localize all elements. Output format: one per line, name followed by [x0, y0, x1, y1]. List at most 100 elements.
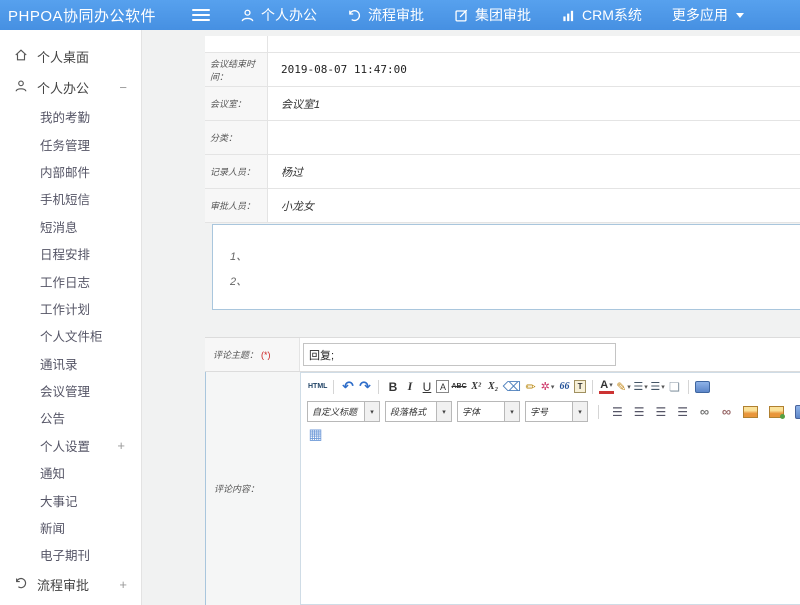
ordered-list-button[interactable]: ☰▾ [633, 378, 648, 395]
comment-subject-input[interactable] [303, 343, 616, 366]
caret-down-icon: ▾ [609, 381, 613, 389]
bold-button[interactable]: B [385, 378, 400, 395]
align-center-button[interactable]: ☰ [634, 405, 645, 419]
underline-button[interactable]: U [419, 378, 434, 395]
field-label: 分类： [205, 121, 268, 154]
sidebar-item-memorabilia[interactable]: 大事记 [0, 486, 141, 513]
required-mark: (*) [261, 350, 271, 360]
sidebar-item-my-attendance[interactable]: 我的考勤 [0, 103, 141, 130]
sidebar-item-personal-settings[interactable]: 个人设置 + [0, 432, 141, 459]
unordered-list-button[interactable]: ☰▾ [650, 378, 665, 395]
redo-button[interactable]: ↷ [357, 378, 372, 395]
justify-button[interactable]: ☰ [677, 405, 688, 419]
sidebar-item-work-plan[interactable]: 工作计划 [0, 295, 141, 322]
align-left-button[interactable]: ☰ [612, 405, 623, 419]
nav-personal-office[interactable]: 个人办公 [240, 5, 317, 25]
paste-button[interactable]: T [574, 380, 586, 393]
font-style-button[interactable]: A [436, 380, 449, 393]
expand-icon[interactable]: + [117, 438, 125, 453]
sidebar-item-workflow-approval[interactable]: 流程审批 + [0, 569, 141, 600]
font-color-button[interactable]: A▾ [599, 380, 614, 394]
field-value: 会议室1 [268, 87, 800, 120]
caret-down-icon: ▾ [436, 402, 451, 421]
meeting-minutes-box: 1、 2、 [212, 224, 800, 310]
field-label: 记录人员： [205, 155, 268, 188]
subscript-button[interactable]: X₂ [486, 378, 501, 395]
sidebar-item-notice[interactable]: 通知 [0, 459, 141, 486]
editor-content-area[interactable] [301, 446, 800, 605]
nav-crm-system[interactable]: CRM系统 [561, 5, 642, 25]
new-document-button[interactable]: ❏ [667, 378, 682, 395]
caret-down-icon: ▾ [627, 383, 631, 391]
sidebar: 个人桌面 个人办公 − 我的考勤 任务管理 内部邮件 手机短信 短消息 日程安排… [0, 30, 142, 605]
sidebar-item-task-management[interactable]: 任务管理 [0, 130, 141, 157]
caret-down-icon: ▾ [364, 402, 379, 421]
caret-down-icon [736, 13, 744, 18]
field-value: 小龙女 [268, 189, 800, 222]
comment-content-label: 评论内容： [205, 372, 300, 605]
field-label: 会议结束时间： [205, 53, 268, 86]
sidebar-item-news[interactable]: 新闻 [0, 514, 141, 541]
insert-image-button[interactable] [743, 406, 758, 418]
source-code-button[interactable]: HTML [308, 378, 327, 395]
insert-media-button[interactable] [795, 405, 800, 419]
sidebar-item-e-journal[interactable]: 电子期刊 [0, 541, 141, 568]
caret-down-icon: ▾ [551, 383, 555, 391]
comment-subject-row: 评论主题： (*) [205, 337, 800, 372]
expand-icon[interactable]: + [119, 577, 127, 592]
italic-button[interactable]: I [402, 378, 417, 395]
field-value: 2019-08-07 11:47:00 [268, 53, 800, 86]
caret-down-icon: ▾ [644, 383, 648, 391]
format-brush-button[interactable]: ✏ [523, 378, 538, 395]
comment-subject-label: 评论主题： (*) [205, 338, 300, 371]
sidebar-item-meeting-management[interactable]: 会议管理 [0, 377, 141, 404]
sidebar-item-contacts[interactable]: 通讯录 [0, 350, 141, 377]
sidebar-item-mobile-sms[interactable]: 手机短信 [0, 185, 141, 212]
sidebar-item-announcement[interactable]: 公告 [0, 404, 141, 431]
undo-button[interactable]: ↶ [340, 378, 355, 395]
collapse-icon[interactable]: − [119, 80, 127, 95]
quick-format-button[interactable]: ✲▾ [540, 378, 555, 395]
bar-chart-icon [561, 8, 576, 23]
menu-toggle-icon[interactable] [192, 9, 210, 21]
nav-workflow-approval[interactable]: 流程审批 [347, 5, 424, 25]
paragraph-format-select[interactable]: 段落格式▾ [385, 401, 452, 422]
top-bar: PHPOA协同办公软件 个人办公 流程审批 集团审批 CRM系统 [0, 0, 800, 30]
sidebar-item-personal-office[interactable]: 个人办公 − [0, 72, 141, 103]
sidebar-item-personal-desktop[interactable]: 个人桌面 [0, 41, 141, 72]
superscript-button[interactable]: X² [469, 378, 484, 395]
highlight-color-button[interactable]: ✎▾ [616, 378, 631, 395]
remove-format-button[interactable]: ⌫ [503, 378, 521, 395]
editor-toolbar-row3: ▦ [301, 424, 800, 446]
field-value [268, 121, 800, 154]
user-icon [240, 8, 255, 23]
remove-link-button[interactable]: ∞ [719, 403, 734, 420]
fullscreen-button[interactable] [695, 381, 710, 393]
table-row-meeting-room: 会议室： 会议室1 [205, 87, 800, 121]
history-icon [14, 576, 28, 593]
sidebar-item-schedule[interactable]: 日程安排 [0, 240, 141, 267]
font-family-select[interactable]: 字体▾ [457, 401, 520, 422]
blockquote-button[interactable]: 66 [557, 378, 572, 395]
font-size-select[interactable]: 字号▾ [525, 401, 588, 422]
field-label: 审批人员： [205, 189, 268, 222]
rich-text-editor: HTML ↶ ↷ B I U A ABC X² X₂ ⌫ ✏ ✲▾ 66 T A… [300, 372, 800, 605]
main-content: 会议结束时间： 2019-08-07 11:47:00 会议室： 会议室1 分类… [142, 30, 800, 605]
strikethrough-button[interactable]: ABC [451, 378, 466, 395]
insert-table-button[interactable]: ▦ [308, 425, 323, 442]
meeting-detail-table: 会议结束时间： 2019-08-07 11:47:00 会议室： 会议室1 分类… [205, 36, 800, 223]
upload-image-button[interactable] [769, 406, 784, 418]
caret-down-icon: ▾ [661, 383, 665, 391]
align-right-button[interactable]: ☰ [656, 405, 667, 419]
nav-group-approval[interactable]: 集团审批 [454, 5, 531, 25]
insert-link-button[interactable]: ∞ [697, 403, 712, 420]
custom-heading-select[interactable]: 自定义标题▾ [307, 401, 380, 422]
sidebar-item-short-message[interactable]: 短消息 [0, 213, 141, 240]
nav-more-apps[interactable]: 更多应用 [672, 5, 744, 25]
sidebar-item-personal-files[interactable]: 个人文件柜 [0, 322, 141, 349]
minutes-line: 2、 [230, 270, 800, 295]
sidebar-item-internal-mail[interactable]: 内部邮件 [0, 158, 141, 185]
editor-toolbar-row2: 自定义标题▾ 段落格式▾ 字体▾ 字号▾ ☰ ☰ ☰ ☰ ∞ ∞ [301, 397, 800, 424]
field-label: 会议室： [205, 87, 268, 120]
sidebar-item-work-log[interactable]: 工作日志 [0, 267, 141, 294]
